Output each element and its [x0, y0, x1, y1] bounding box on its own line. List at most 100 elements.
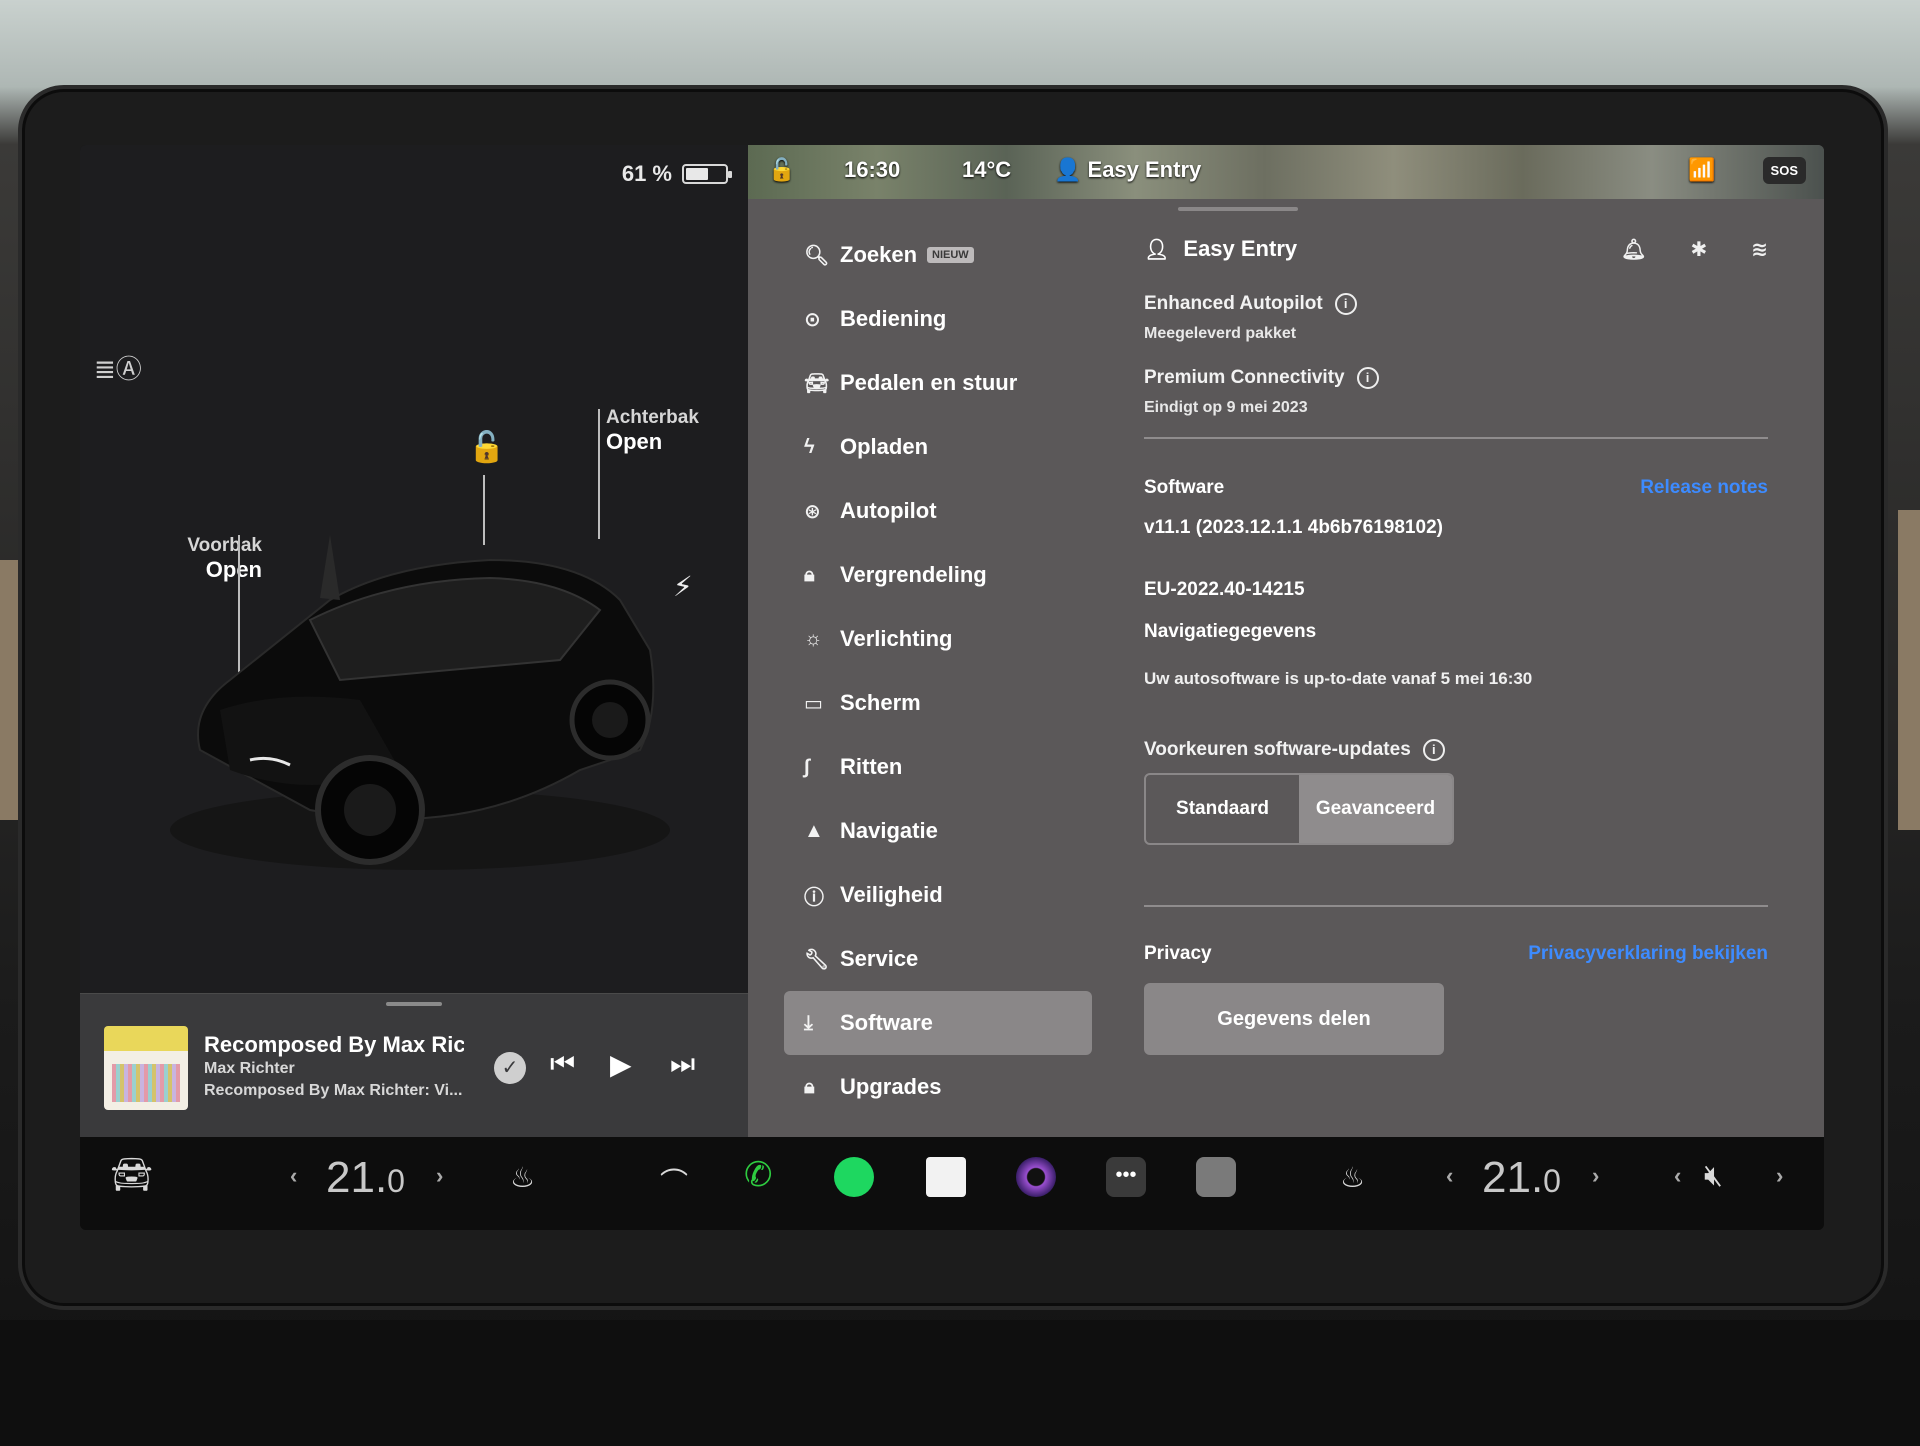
status-bar: 🔓 16:30 14°C 👤 Easy Entry 📶 SOS	[748, 145, 1824, 199]
unlock-icon[interactable]: 🔓	[468, 430, 505, 465]
volume-muted-icon[interactable]: 🔇︎	[1704, 1159, 1723, 1193]
nav-item-verlichting[interactable]: ☼ Verlichting	[784, 607, 1092, 671]
media-drag-handle[interactable]	[386, 1002, 442, 1006]
panel-drag-handle[interactable]	[1178, 207, 1298, 211]
seat-heater-right-icon[interactable]: ♨	[1340, 1161, 1365, 1194]
privacy-statement-link[interactable]: Privacyverklaring bekijken	[1528, 943, 1768, 965]
bluetooth-icon[interactable]: ✱	[1690, 237, 1707, 262]
play-icon[interactable]: ▶	[610, 1048, 632, 1081]
temp-right[interactable]: 21.0	[1482, 1153, 1561, 1203]
divider	[1144, 437, 1768, 439]
battery-percentage: 61 %	[621, 161, 672, 186]
share-data-button[interactable]: Gegevens delen	[1144, 983, 1444, 1055]
info-icon[interactable]: i	[1334, 293, 1357, 315]
header-tray: 🔔︎ ✱ ≋	[1621, 237, 1768, 262]
nav-item-software[interactable]: ⤓ Software	[784, 991, 1092, 1055]
person-icon: 👤	[1054, 157, 1088, 182]
wifi-icon: 📶	[1688, 157, 1716, 182]
dashboard-bottom	[0, 1320, 1920, 1446]
nav-item-veiligheid[interactable]: ⓘ Veiligheid	[784, 863, 1092, 927]
standard-option[interactable]: Standaard	[1146, 775, 1299, 843]
nav-item-upgrades[interactable]: 🔒︎ Upgrades	[784, 1055, 1092, 1119]
next-track-icon[interactable]: ⏭	[670, 1048, 695, 1081]
profile-name: Easy Entry	[1183, 236, 1298, 261]
software-version: v11.1 (2023.12.1.1 4b6b76198102)	[1144, 517, 1443, 538]
nav-item-pedalen[interactable]: 🚘︎ Pedalen en stuur	[784, 351, 1092, 415]
dashboard-trim-right	[1898, 510, 1920, 830]
nav-item-ritten[interactable]: ∫ Ritten	[784, 735, 1092, 799]
wifi-icon[interactable]: ≋	[1751, 237, 1768, 262]
more-apps-icon[interactable]: •••	[1106, 1157, 1146, 1197]
temp-right-int: 21.	[1482, 1153, 1544, 1202]
nav-item-service[interactable]: 🔧︎ Service	[784, 927, 1092, 991]
car-icon: 🚘︎	[804, 372, 830, 395]
nav-item-navigatie[interactable]: ▲ Navigatie	[784, 799, 1092, 863]
unlocked-icon[interactable]: 🔓	[768, 157, 795, 183]
car-icon[interactable]: 🚘︎	[110, 1155, 153, 1195]
alert-icon: ⓘ	[804, 886, 824, 909]
trunk-state: Open	[606, 429, 663, 454]
nav-item-autopilot[interactable]: ⊛ Autopilot	[784, 479, 1092, 543]
auto-headlight-icon[interactable]: ≣Ⓐ	[94, 349, 142, 386]
nav-item-vergrendeling[interactable]: 🔒︎ Vergrendeling	[784, 543, 1092, 607]
software-settings: 👤︎ Easy Entry 🔔︎ ✱ ≋ Enhanced Autopilot i…	[1144, 223, 1768, 1055]
feature-name: Premium Connectivity	[1144, 367, 1345, 388]
car-visualization-panel: 61 % ≣Ⓐ Voorbak Open Achterbak Open 🔓 ⚡	[80, 145, 748, 1137]
phone-icon[interactable]: ✆	[744, 1155, 773, 1195]
update-status: Uw autosoftware is up-to-date vanaf 5 me…	[1144, 669, 1533, 688]
previous-track-icon[interactable]: ⏮	[550, 1048, 575, 1081]
notes-icon[interactable]	[926, 1157, 966, 1197]
navigation-data-version: EU-2022.40-14215	[1144, 579, 1305, 600]
favorite-check-icon[interactable]: ✓	[494, 1052, 526, 1084]
outside-temperature: 14°C	[962, 157, 1012, 182]
privacy-label: Privacy	[1144, 943, 1212, 964]
temp-right-increase[interactable]: ›	[1592, 1163, 1599, 1189]
nav-label: Pedalen en stuur	[840, 370, 1018, 395]
sos-button[interactable]: SOS	[1762, 157, 1806, 184]
trips-icon: ∫	[804, 755, 810, 778]
info-icon[interactable]: i	[1422, 739, 1445, 761]
search-icon: 🔍︎	[804, 244, 830, 267]
temp-right-dec: 0	[1543, 1163, 1561, 1199]
nav-label: Scherm	[840, 690, 921, 715]
feature-enhanced-autopilot: Enhanced Autopilot i Meegeleverd pakket	[1144, 293, 1768, 343]
nav-label: Navigatie	[840, 818, 938, 843]
temp-left-increase[interactable]: ›	[436, 1163, 443, 1189]
wiper-icon[interactable]: ⌒	[660, 1161, 688, 1201]
profile-status-name: Easy Entry	[1087, 157, 1202, 182]
sun-icon: ☼	[804, 627, 823, 650]
spotify-icon[interactable]	[834, 1157, 874, 1197]
seat-heater-left-icon[interactable]: ♨	[510, 1161, 535, 1194]
profile-header[interactable]: 👤︎ Easy Entry 🔔︎ ✱ ≋	[1144, 223, 1768, 275]
nav-item-bediening[interactable]: ⊙ Bediening	[784, 287, 1092, 351]
release-notes-link[interactable]: Release notes	[1640, 477, 1768, 499]
feature-status: Meegeleverd pakket	[1144, 325, 1297, 342]
toybox-icon[interactable]	[1196, 1157, 1236, 1197]
car-model-image	[170, 535, 670, 870]
profile-status[interactable]: 👤 Easy Entry	[1054, 157, 1201, 183]
temp-right-decrease[interactable]: ‹	[1446, 1163, 1453, 1189]
update-preferences-header: Voorkeuren software-updates i	[1144, 739, 1768, 761]
advanced-option[interactable]: Geavanceerd	[1299, 775, 1452, 843]
volume-decrease[interactable]: ‹	[1674, 1163, 1681, 1189]
bell-icon[interactable]: 🔔︎	[1621, 237, 1646, 262]
volume-increase[interactable]: ›	[1776, 1163, 1783, 1189]
nav-label: Upgrades	[840, 1074, 942, 1099]
touchscreen: 61 % ≣Ⓐ Voorbak Open Achterbak Open 🔓 ⚡	[80, 145, 1824, 1230]
trunk-status[interactable]: Achterbak Open	[606, 407, 699, 455]
camera-icon[interactable]	[1016, 1157, 1056, 1197]
dashboard-trim-left	[0, 560, 20, 820]
temp-left[interactable]: 21.0	[326, 1153, 405, 1203]
battery-indicator: 61 %	[621, 161, 732, 187]
media-player[interactable]: Recomposed By Max Ricl Max Richter Recom…	[80, 993, 748, 1137]
nav-item-scherm[interactable]: ▭ Scherm	[784, 671, 1092, 735]
nav-item-zoeken[interactable]: 🔍︎ Zoeken NIEUW	[784, 223, 1092, 287]
wrench-icon: 🔧︎	[804, 948, 830, 971]
settings-nav: 🔍︎ Zoeken NIEUW ⊙ Bediening 🚘︎ Pedalen en st…	[784, 223, 1092, 1119]
nav-label: Autopilot	[840, 498, 937, 523]
navigation-icon: ▲	[804, 819, 824, 842]
info-icon[interactable]: i	[1356, 367, 1379, 389]
temp-left-decrease[interactable]: ‹	[290, 1163, 297, 1189]
temp-left-dec: 0	[387, 1163, 405, 1199]
nav-item-opladen[interactable]: ϟ Opladen	[784, 415, 1092, 479]
